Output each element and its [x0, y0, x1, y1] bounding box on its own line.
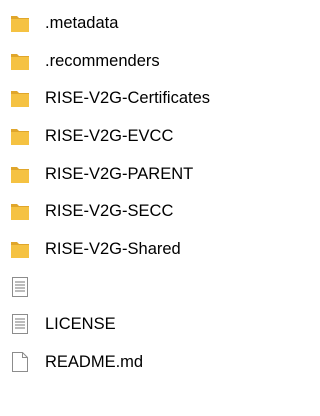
item-label: README.md: [45, 353, 144, 372]
list-item[interactable]: README.md: [0, 343, 275, 381]
item-label: LICENSE: [45, 315, 116, 334]
folder-icon: [9, 87, 31, 109]
list-item[interactable]: [0, 268, 275, 306]
list-item[interactable]: RISE-V2G-PARENT: [0, 155, 275, 193]
item-label: RISE-V2G-Shared: [45, 239, 181, 258]
folder-icon: [9, 200, 31, 222]
folder-icon: [9, 50, 31, 72]
folder-icon: [9, 163, 31, 185]
folder-icon: [9, 238, 31, 260]
list-item[interactable]: .metadata: [0, 4, 275, 42]
item-label: RISE-V2G-PARENT: [45, 164, 194, 183]
list-item[interactable]: LICENSE: [0, 306, 275, 344]
file-list: .metadata .recommenders RISE-V2G-Certifi…: [0, 4, 275, 381]
list-item[interactable]: RISE-V2G-Shared: [0, 230, 275, 268]
list-item[interactable]: RISE-V2G-Certificates: [0, 79, 275, 117]
folder-icon: [9, 125, 31, 147]
item-label: .metadata: [45, 13, 119, 32]
list-item[interactable]: RISE-V2G-EVCC: [0, 117, 275, 155]
item-label: RISE-V2G-EVCC: [45, 126, 174, 145]
list-item[interactable]: RISE-V2G-SECC: [0, 192, 275, 230]
text-file-icon: [9, 313, 31, 335]
text-file-icon: [9, 276, 31, 298]
blank-file-icon: [9, 351, 31, 373]
item-label: RISE-V2G-Certificates: [45, 89, 211, 108]
item-label: .recommenders: [45, 51, 160, 70]
item-label: RISE-V2G-SECC: [45, 202, 174, 221]
list-item[interactable]: .recommenders: [0, 42, 275, 80]
folder-icon: [9, 12, 31, 34]
